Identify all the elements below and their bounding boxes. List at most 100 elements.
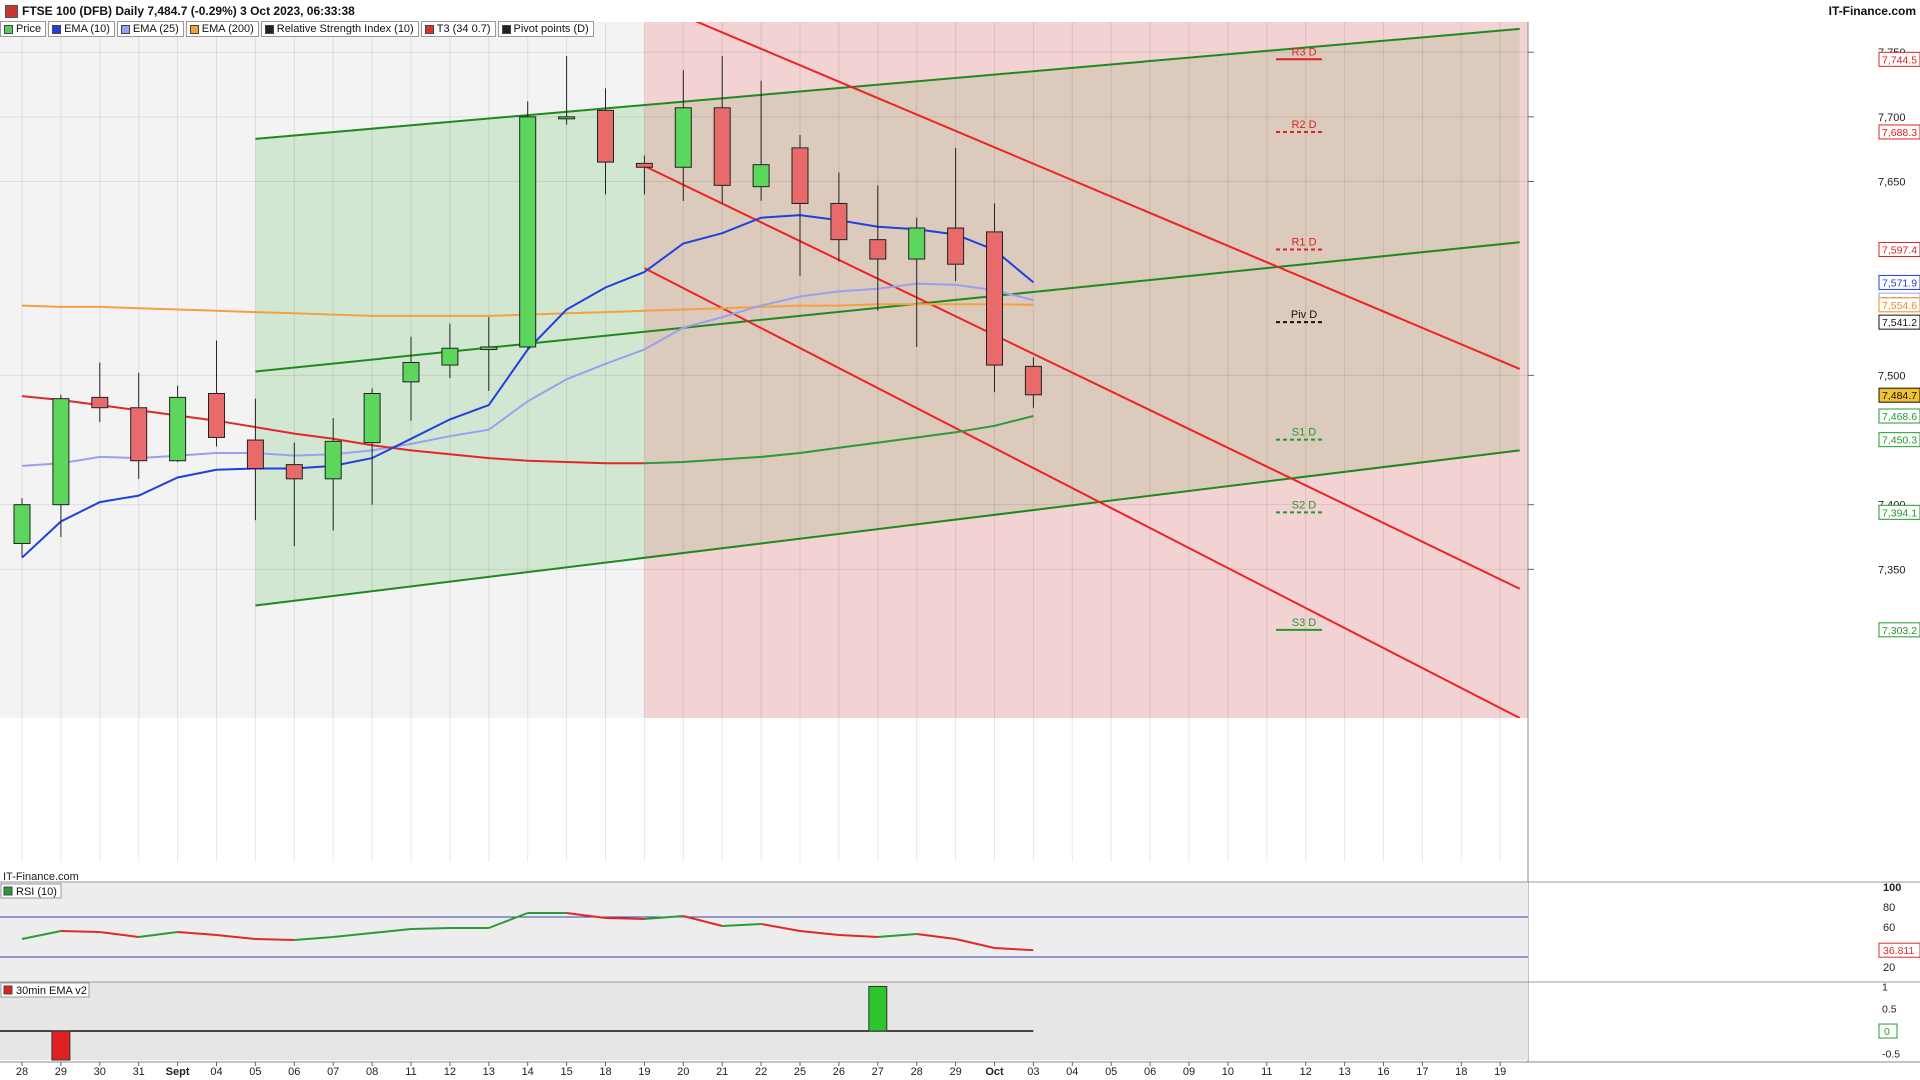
candle-bull xyxy=(441,347,459,366)
x-axis-label: 07 xyxy=(327,1066,339,1078)
axis-tick-label: 7,650 xyxy=(1878,176,1906,188)
price-tag-label: 7,450.3 xyxy=(1882,435,1917,447)
pivot-label: R2 D xyxy=(1291,119,1316,131)
x-axis-label: 29 xyxy=(949,1066,961,1078)
candle-bull xyxy=(480,346,498,351)
instrument-icon xyxy=(5,5,18,18)
pivot-label: R3 D xyxy=(1291,46,1316,58)
x-axis-label: 14 xyxy=(522,1066,534,1078)
rsi-line-segment xyxy=(410,927,450,930)
legend-item[interactable]: EMA (10) xyxy=(48,21,115,37)
ema-tick-label: 1 xyxy=(1882,981,1888,993)
legend-swatch-icon xyxy=(424,24,434,34)
x-axis-label: 03 xyxy=(1027,1066,1039,1078)
legend-swatch-icon xyxy=(52,24,62,34)
price-tag-label: 7,541.2 xyxy=(1882,317,1917,329)
price-tag-label: 7,571.9 xyxy=(1882,277,1917,289)
pivot-label: Piv D xyxy=(1291,309,1317,321)
x-axis-label: 11 xyxy=(1261,1066,1272,1078)
x-axis-label: 04 xyxy=(210,1066,222,1078)
chart-header: FTSE 100 (DFB) Daily 7,484.7 (-0.29%) 3 … xyxy=(0,0,1920,22)
candle-bear xyxy=(830,202,848,241)
site-name[interactable]: IT-Finance.com xyxy=(1829,4,1916,18)
x-axis-label: 18 xyxy=(599,1066,611,1078)
candle-bull xyxy=(13,504,31,544)
legend-label: EMA (200) xyxy=(201,23,254,35)
axis-tick-label: 7,700 xyxy=(1878,112,1906,124)
x-axis-label: 31 xyxy=(133,1066,145,1078)
candle-bull xyxy=(908,227,926,260)
x-axis-label: 04 xyxy=(1066,1066,1078,1078)
candle-bear xyxy=(285,464,303,480)
candle-bear xyxy=(635,162,653,168)
ema-v2-bar xyxy=(51,1030,71,1061)
legend-item[interactable]: Relative Strength Index (10) xyxy=(260,21,419,37)
candle-bear xyxy=(947,227,965,265)
x-axis-label: 18 xyxy=(1455,1066,1467,1078)
candle-bull xyxy=(52,398,70,506)
legend-label: Relative Strength Index (10) xyxy=(276,23,414,35)
legend-item[interactable]: Price xyxy=(0,21,47,37)
candle-bull xyxy=(519,116,537,348)
ema-icon xyxy=(3,985,13,995)
x-axis-label: 20 xyxy=(677,1066,689,1078)
ema-tick-label: 0.5 xyxy=(1882,1004,1897,1016)
candle-bear xyxy=(597,109,614,163)
legend-item[interactable]: T3 (34 0.7) xyxy=(420,21,496,37)
rsi-tick-label: 80 xyxy=(1883,902,1895,914)
price-tag-label: 7,394.1 xyxy=(1882,507,1917,519)
candle-bear xyxy=(986,231,1003,366)
x-axis-label: 12 xyxy=(444,1066,456,1078)
legend-swatch-icon xyxy=(501,24,511,34)
candle-bull xyxy=(363,393,381,444)
x-axis-label: 13 xyxy=(1338,1066,1350,1078)
candle-bull xyxy=(324,440,342,480)
candle-bull xyxy=(752,164,770,188)
x-axis-label: 09 xyxy=(1183,1066,1195,1078)
legend-swatch-icon xyxy=(120,24,130,34)
candle-bear xyxy=(130,407,148,462)
legend-label: EMA (25) xyxy=(132,23,179,35)
x-axis-label: Sept xyxy=(166,1066,190,1078)
pivot-label: S2 D xyxy=(1292,499,1317,511)
price-tag-label: 7,688.3 xyxy=(1882,127,1917,139)
x-axis-label: 16 xyxy=(1377,1066,1389,1078)
candle-bull xyxy=(674,107,692,168)
legend-swatch-icon xyxy=(189,24,199,34)
legend-item[interactable]: Pivot points (D) xyxy=(497,21,594,37)
x-axis-label: 21 xyxy=(716,1066,728,1078)
chart-canvas: R3 D R2 D R1 D Piv D S1 D S2 D S3 D IT-Finance.… xyxy=(0,0,1920,1080)
candle-bear xyxy=(246,439,264,469)
ema-v2-bar xyxy=(868,985,888,1032)
x-axis-label: 05 xyxy=(249,1066,261,1078)
watermark-text: IT-Finance.com xyxy=(3,871,79,883)
legend-item[interactable]: EMA (25) xyxy=(116,21,184,37)
x-axis-label: 15 xyxy=(560,1066,572,1078)
price-tag-label: 7,484.7 xyxy=(1882,390,1917,402)
red-channel-fill xyxy=(644,16,1528,718)
ema-tick-label: -0.5 xyxy=(1882,1048,1900,1060)
pivot-label: S3 D xyxy=(1292,617,1317,629)
rsi-tick-label: 20 xyxy=(1883,962,1895,974)
chart-title: FTSE 100 (DFB) Daily 7,484.7 (-0.29%) 3 … xyxy=(22,4,355,18)
candle-bear xyxy=(713,107,731,186)
ema-panel-background xyxy=(0,982,1528,1060)
rsi-icon xyxy=(3,886,13,896)
x-axis-label: 25 xyxy=(794,1066,806,1078)
rsi-tick-label: 60 xyxy=(1883,922,1895,934)
axis-tick-label: 7,500 xyxy=(1878,370,1906,382)
candle-bear xyxy=(791,147,809,204)
pivot-label: S1 D xyxy=(1292,427,1317,439)
legend-item[interactable]: EMA (200) xyxy=(185,21,259,37)
x-axis-label: Oct xyxy=(985,1066,1004,1078)
candle-bull xyxy=(402,361,420,383)
candle-bull xyxy=(558,116,576,120)
ema-last-label: 0 xyxy=(1884,1026,1890,1038)
price-tag-label: 7,468.6 xyxy=(1882,411,1917,423)
x-axis-label: 17 xyxy=(1416,1066,1428,1078)
rsi-last-label: 36.811 xyxy=(1883,945,1914,957)
price-tag-label: 7,303.2 xyxy=(1882,625,1917,637)
x-axis-label: 06 xyxy=(288,1066,300,1078)
candle-bear xyxy=(208,393,225,438)
x-axis-label: 28 xyxy=(16,1066,28,1078)
